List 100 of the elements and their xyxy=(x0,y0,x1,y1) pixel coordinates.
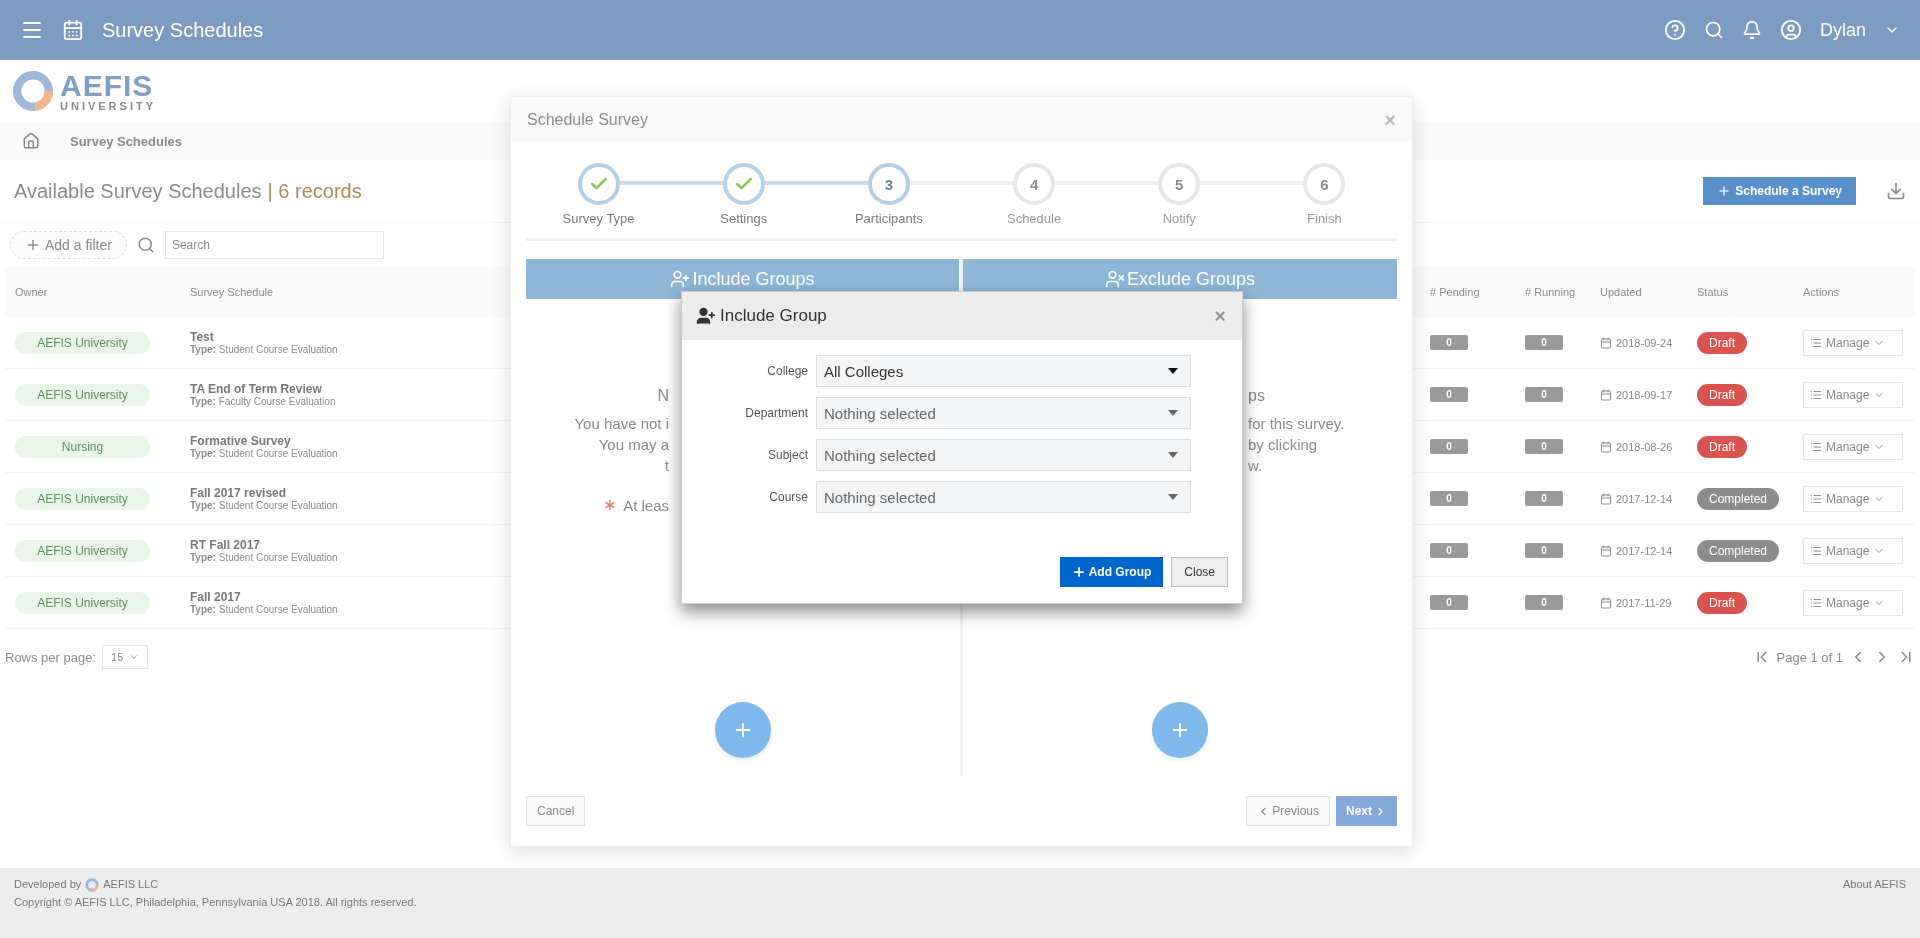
help-icon[interactable] xyxy=(1663,19,1686,41)
about-link[interactable]: About AEFIS xyxy=(1843,878,1906,890)
bell-icon[interactable] xyxy=(1741,20,1762,40)
logo-icon xyxy=(12,70,54,112)
step-circle[interactable]: 3 xyxy=(867,163,910,205)
schedule-title[interactable]: Formative Survey xyxy=(190,434,291,448)
caret-icon xyxy=(1168,410,1178,416)
field-label: Subject xyxy=(766,448,808,462)
add-group-button[interactable]: Add Group xyxy=(1059,557,1164,587)
record-count: | 6 records xyxy=(267,179,362,203)
updated-date: 2018-08-26 xyxy=(1616,440,1673,453)
owner-tag: AEFIS University xyxy=(15,331,150,354)
calendar-icon xyxy=(1600,388,1612,401)
running-count: 0 xyxy=(1525,335,1563,350)
pending-count: 0 xyxy=(1430,543,1468,558)
list-icon xyxy=(1810,492,1822,505)
list-icon xyxy=(1810,544,1822,557)
select-field[interactable]: Nothing selected xyxy=(816,397,1191,429)
required-note: At leas xyxy=(623,496,669,514)
owner-tag: AEFIS University xyxy=(15,539,150,562)
column-header[interactable]: Actions xyxy=(1803,286,1840,298)
field-label: Department xyxy=(744,406,808,420)
developed-by-text: Developed by xyxy=(14,878,82,890)
updated-date: 2017-12-14 xyxy=(1616,492,1673,505)
panel-title: Include Groups xyxy=(692,268,815,290)
user-name[interactable]: Dylan xyxy=(1819,19,1866,41)
empty-message: by clicking xyxy=(1248,435,1318,455)
list-icon xyxy=(1810,388,1822,401)
column-header[interactable]: Survey Schedule xyxy=(180,286,274,298)
download-icon[interactable] xyxy=(1886,181,1906,201)
schedule-type: Type: Student Course Evaluation xyxy=(190,344,338,355)
add-button[interactable] xyxy=(1152,702,1208,758)
empty-message: You have not i xyxy=(574,414,669,434)
calendar-icon xyxy=(1600,492,1612,505)
step-label: Finish xyxy=(1307,211,1342,226)
section-title: Available Survey Schedules xyxy=(14,179,262,203)
rows-per-page-label: Rows per page: xyxy=(5,649,97,665)
schedule-title[interactable]: Fall 2017 xyxy=(190,590,241,604)
manage-button[interactable]: Manage xyxy=(1803,589,1903,616)
schedule-title[interactable]: Fall 2017 revised xyxy=(190,486,287,500)
cancel-button[interactable]: Cancel xyxy=(526,796,586,826)
step-circle[interactable]: 5 xyxy=(1158,163,1201,205)
schedule-type: Type: Student Course Evaluation xyxy=(190,448,338,459)
status-badge: Completed xyxy=(1697,487,1780,510)
step-label: Participants xyxy=(854,211,923,226)
next-button[interactable]: Next xyxy=(1336,796,1397,826)
schedule-type: Type: Student Course Evaluation xyxy=(190,500,338,511)
manage-button[interactable]: Manage xyxy=(1803,381,1903,408)
select-field[interactable]: All Colleges xyxy=(816,355,1191,387)
step-label: Survey Type xyxy=(562,211,635,226)
search-icon[interactable] xyxy=(1703,20,1724,40)
user-icon[interactable] xyxy=(1779,19,1802,41)
select-field[interactable]: Nothing selected xyxy=(816,439,1191,471)
step-circle[interactable]: 6 xyxy=(1303,163,1346,205)
add-filter-button[interactable]: Add a filter xyxy=(10,231,127,259)
step-circle[interactable] xyxy=(577,163,620,205)
pending-count: 0 xyxy=(1430,439,1468,454)
add-button[interactable] xyxy=(714,702,771,758)
calendar-icon xyxy=(1600,336,1612,349)
empty-heading: N xyxy=(657,387,669,405)
close-dialog-button[interactable]: Close xyxy=(1171,557,1228,587)
schedule-title[interactable]: RT Fall 2017 xyxy=(190,538,261,552)
search-field[interactable]: Search xyxy=(164,231,384,259)
column-header[interactable]: Updated xyxy=(1600,286,1642,298)
schedule-button[interactable]: Schedule a Survey xyxy=(1703,177,1856,205)
copyright-text: Copyright © AEFIS LLC, Philadelphia, Pennsylvania USA 2018. All rights reserved. xyxy=(14,896,417,908)
step-circle[interactable]: 4 xyxy=(1013,163,1056,205)
home-icon[interactable] xyxy=(22,132,40,150)
status-badge: Completed xyxy=(1697,539,1780,562)
plus-icon xyxy=(1071,565,1086,579)
manage-button[interactable]: Manage xyxy=(1803,329,1903,356)
column-header[interactable]: # Pending xyxy=(1430,286,1480,298)
close-button[interactable]: × xyxy=(1214,306,1226,326)
pending-count: 0 xyxy=(1430,491,1468,506)
field-label: College xyxy=(766,364,808,378)
column-header[interactable]: Status xyxy=(1697,286,1729,298)
rows-per-page-select[interactable]: 15 xyxy=(102,645,149,669)
schedule-title[interactable]: Test xyxy=(190,330,214,344)
empty-message: t xyxy=(664,456,669,476)
previous-button[interactable]: Previous xyxy=(1246,796,1330,826)
owner-tag: AEFIS University xyxy=(15,591,150,614)
select-field[interactable]: Nothing selected xyxy=(816,481,1191,513)
updated-date: 2017-11-29 xyxy=(1616,596,1672,609)
manage-button[interactable]: Manage xyxy=(1803,485,1903,512)
schedule-title[interactable]: TA End of Term Review xyxy=(190,382,322,396)
column-header[interactable]: # Running xyxy=(1525,286,1576,298)
manage-button[interactable]: Manage xyxy=(1803,433,1903,460)
plus-icon xyxy=(1717,184,1732,198)
company-link[interactable]: AEFIS LLC xyxy=(103,878,159,890)
manage-button[interactable]: Manage xyxy=(1803,537,1903,564)
breadcrumb-item[interactable]: Survey Schedules xyxy=(70,133,182,149)
caret-icon xyxy=(1168,494,1178,500)
dialog-title: Include Group xyxy=(720,306,827,326)
step-circle[interactable] xyxy=(722,163,765,205)
list-icon xyxy=(1810,336,1822,349)
running-count: 0 xyxy=(1525,543,1563,558)
schedule-type: Type: Student Course Evaluation xyxy=(190,552,338,563)
updated-date: 2017-12-14 xyxy=(1616,544,1673,557)
close-button[interactable]: × xyxy=(1384,109,1396,130)
column-header[interactable]: Owner xyxy=(15,286,48,298)
